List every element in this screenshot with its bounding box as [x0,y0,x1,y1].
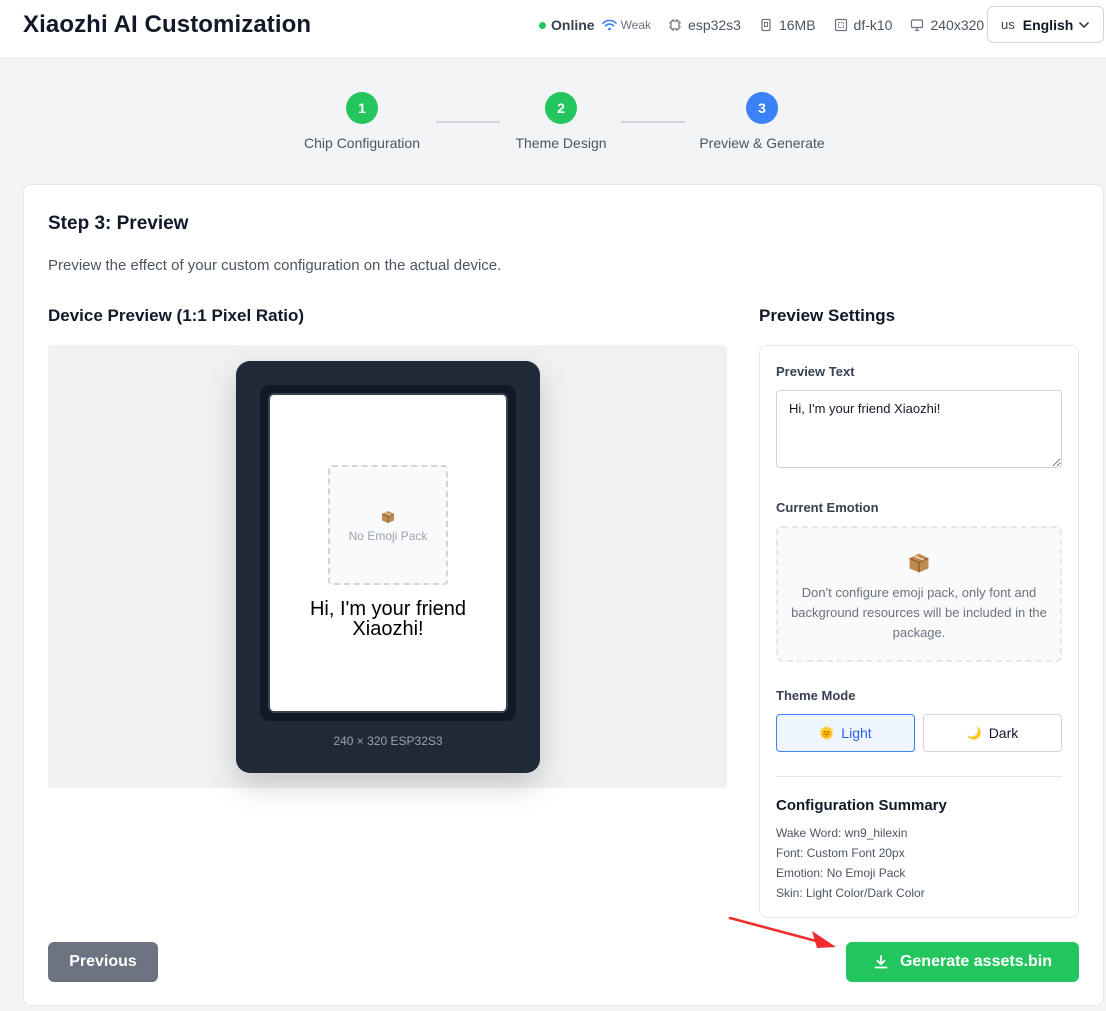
online-dot-icon [539,21,546,29]
previous-button[interactable]: Previous [48,942,158,982]
app-title: Xiaozhi AI Customization [23,11,312,38]
step-number: 2 [545,92,577,124]
generate-assets-button[interactable]: Generate assets.bin [846,942,1079,982]
step-connector [436,121,500,123]
chevron-down-icon [1078,18,1090,30]
theme-mode-label: Theme Mode [776,688,856,703]
step-label: Theme Design [515,135,607,151]
cpu-icon [668,18,682,32]
step-number: 1 [346,92,378,124]
emoji-placeholder-label: No Emoji Pack [348,529,428,543]
step-connector [621,121,685,123]
preview-text-input[interactable] [776,390,1062,468]
emotion-placeholder: Don't configure emoji pack, only font an… [776,526,1062,662]
preview-text-label: Preview Text [776,364,855,379]
screen-preview-text: Hi, I'm your friend Xiaozhi! [309,598,467,640]
device-status-bar: Online Weak esp32s3 16MB df-k10 240x320 [539,16,1002,34]
step-heading: Step 3: Preview [48,213,189,234]
red-arrow-annotation [728,916,836,948]
board-info: df-k10 [834,17,892,33]
summary-emotion: Emotion: No Emoji Pack [776,866,906,880]
signal-strength: Weak [620,18,652,32]
step-theme-design[interactable]: 2 Theme Design [501,92,621,151]
theme-light-button[interactable]: 🌞 Light [776,714,915,752]
language-select[interactable]: us English [987,6,1104,43]
summary-font: Font: Custom Font 20px [776,846,905,860]
online-status: Online [551,17,595,33]
current-emotion-label: Current Emotion [776,500,879,515]
resolution-info: 240x320 [910,17,984,33]
summary-wake-word: Wake Word: wn9_hilexin [776,826,908,840]
emoji-placeholder: No Emoji Pack [328,465,448,585]
theme-dark-button[interactable]: 🌙 Dark [923,714,1062,752]
package-icon [381,510,395,524]
step-label: Preview & Generate [699,135,825,151]
step-description: Preview the effect of your custom config… [48,257,502,274]
step-chip-configuration[interactable]: 1 Chip Configuration [302,92,422,151]
summary-skin: Skin: Light Color/Dark Color [776,886,925,900]
device-preview-heading: Device Preview (1:1 Pixel Ratio) [48,306,305,325]
download-icon [873,954,889,970]
memory-icon [759,18,773,32]
board-icon [834,18,848,32]
summary-divider [776,776,1062,777]
preview-settings-heading: Preview Settings [759,306,896,325]
step-number: 3 [746,92,778,124]
emotion-message: Don't configure emoji pack, only font an… [791,585,1047,640]
chip-info: esp32s3 [668,17,741,33]
flash-info: 16MB [759,17,816,33]
device-caption: 240 × 320 ESP32S3 [333,734,443,748]
wifi-icon [601,19,617,31]
step-preview-generate[interactable]: 3 Preview & Generate [697,92,827,151]
moon-icon: 🌙 [966,726,982,740]
us-flag-icon: us [1001,17,1015,32]
generate-assets-label: Generate assets.bin [899,953,1053,970]
sun-icon: 🌞 [819,726,835,740]
top-header: Xiaozhi AI Customization Online Weak esp… [0,0,1106,59]
step-label: Chip Configuration [304,135,420,151]
monitor-icon [910,18,924,32]
language-label: English [1022,16,1074,33]
configuration-summary-title: Configuration Summary [776,797,947,814]
package-icon [908,552,930,574]
